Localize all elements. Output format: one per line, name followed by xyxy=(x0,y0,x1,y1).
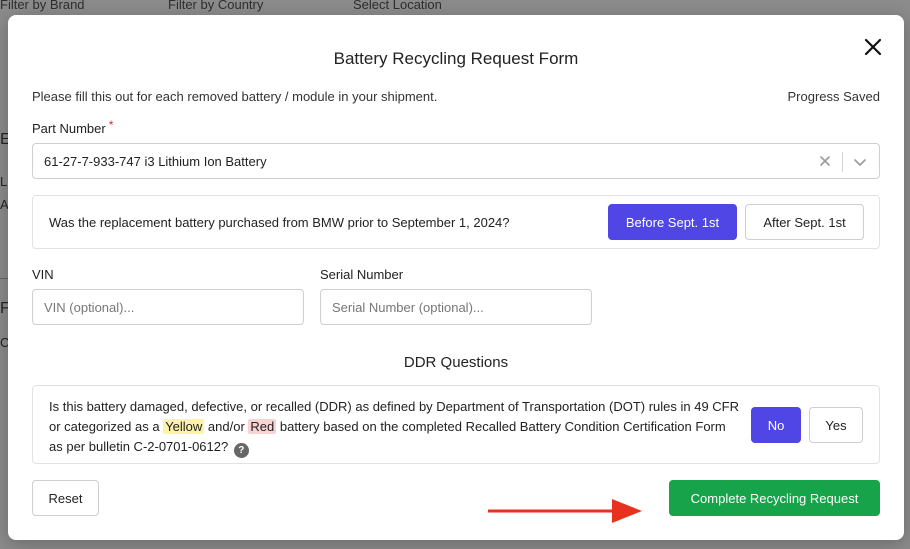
reset-button[interactable]: Reset xyxy=(32,480,99,516)
arrow-right-icon xyxy=(488,499,642,523)
part-number-label: Part Number * xyxy=(32,118,114,136)
vin-input[interactable] xyxy=(32,289,304,325)
complete-request-button[interactable]: Complete Recycling Request xyxy=(669,480,880,516)
select-separator xyxy=(842,152,843,172)
serial-number-input[interactable] xyxy=(320,289,592,325)
progress-status: Progress Saved xyxy=(787,89,881,104)
part-number-select[interactable]: 61-27-7-933-747 i3 Lithium Ion Battery xyxy=(32,143,880,179)
ddr-no-button[interactable]: No xyxy=(751,407,801,443)
purchase-date-question: Was the replacement battery purchased fr… xyxy=(49,215,510,230)
help-icon[interactable]: ? xyxy=(233,443,249,458)
before-sept-button[interactable]: Before Sept. 1st xyxy=(608,204,737,240)
close-button[interactable] xyxy=(862,36,884,58)
battery-recycling-modal: Battery Recycling Request Form Please fi… xyxy=(8,15,904,540)
ddr-yes-button[interactable]: Yes xyxy=(809,407,863,443)
ddr-question-panel: Is this battery damaged, defective, or r… xyxy=(32,385,880,464)
purchase-date-panel: Was the replacement battery purchased fr… xyxy=(32,195,880,249)
part-number-value: 61-27-7-933-747 i3 Lithium Ion Battery xyxy=(44,154,267,169)
ddr-text-part: and/or xyxy=(204,419,249,434)
vin-label: VIN xyxy=(32,267,54,282)
red-highlight: Red xyxy=(248,419,277,434)
chevron-down-icon[interactable] xyxy=(851,153,869,171)
close-icon xyxy=(864,38,882,56)
required-mark: * xyxy=(108,118,114,132)
ddr-section-title: DDR Questions xyxy=(403,354,509,371)
part-number-label-text: Part Number xyxy=(32,121,106,136)
serial-number-label: Serial Number xyxy=(320,267,404,282)
form-intro: Please fill this out for each removed ba… xyxy=(32,89,438,104)
clear-icon[interactable] xyxy=(817,153,833,169)
yellow-highlight: Yellow xyxy=(163,419,205,434)
after-sept-button[interactable]: After Sept. 1st xyxy=(745,204,864,240)
ddr-question: Is this battery damaged, defective, or r… xyxy=(49,397,739,458)
modal-title: Battery Recycling Request Form xyxy=(333,49,579,68)
